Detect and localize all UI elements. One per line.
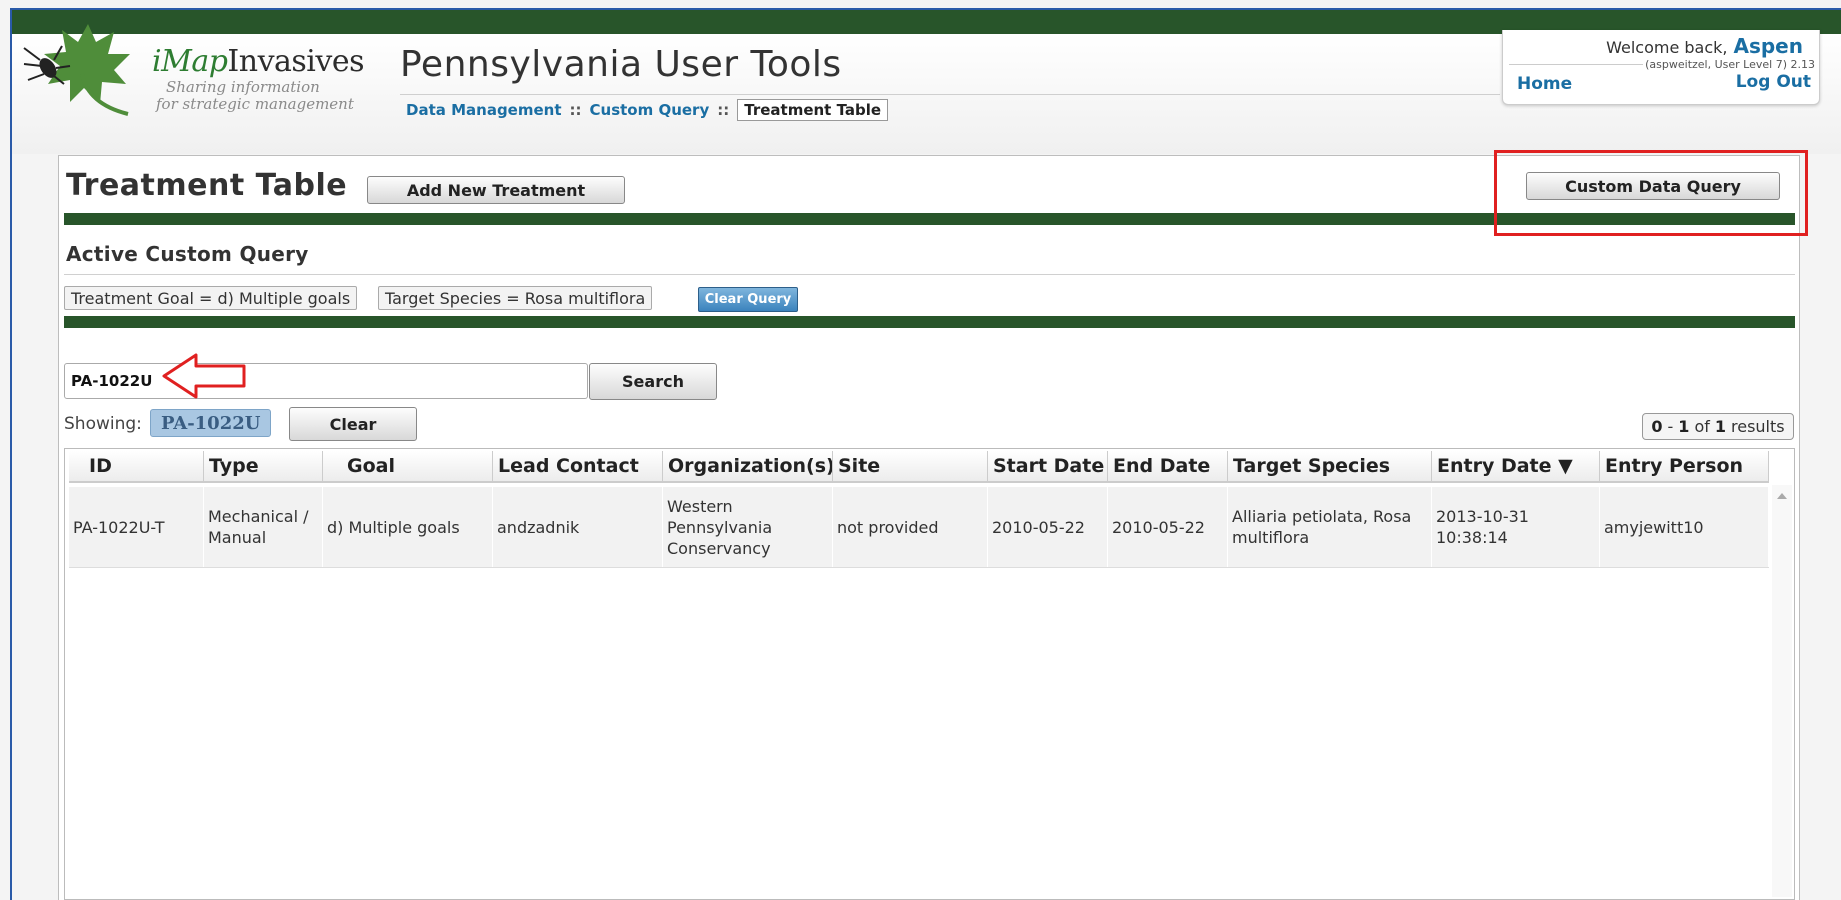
cell-start-date: 2010-05-22: [988, 487, 1108, 567]
breadcrumb-current: Treatment Table: [737, 99, 889, 121]
welcome-text: Welcome back,: [1606, 38, 1728, 57]
breadcrumb-data-management[interactable]: Data Management: [406, 101, 562, 119]
cell-organization: Western Pennsylvania Conservancy: [663, 487, 833, 567]
cell-type: Mechanical / Manual: [204, 487, 323, 567]
column-header-id[interactable]: ID: [69, 451, 204, 483]
brand-title[interactable]: iMapInvasives: [152, 44, 364, 79]
results-start: 0: [1651, 417, 1663, 436]
brand-name-prefix: iMap: [152, 44, 228, 79]
breadcrumb: Data Management :: Custom Query :: Treat…: [406, 99, 889, 121]
search-input[interactable]: [64, 363, 588, 399]
column-header-organization[interactable]: Organization(s): [663, 451, 833, 483]
showing-label: Showing:: [64, 414, 142, 434]
logout-link[interactable]: Log Out: [1736, 72, 1811, 92]
results-total: 1: [1714, 417, 1726, 436]
breadcrumb-separator: ::: [569, 101, 582, 119]
section-divider: [64, 274, 1795, 275]
home-link[interactable]: Home: [1517, 74, 1572, 94]
username: Aspen: [1733, 34, 1803, 58]
red-arrow-annotation-icon: [162, 353, 246, 399]
column-header-start-date[interactable]: Start Date: [988, 451, 1108, 483]
cell-end-date: 2010-05-22: [1108, 487, 1228, 567]
results-dash: -: [1667, 417, 1674, 436]
column-header-end-date[interactable]: End Date: [1108, 451, 1228, 483]
page-title: Treatment Table: [66, 168, 348, 203]
cell-id: PA-1022U-T: [69, 487, 204, 567]
query-green-bar: [64, 316, 1795, 328]
brand-tagline: Sharing information for strategic manage…: [156, 78, 364, 113]
clear-query-button[interactable]: Clear Query: [698, 287, 798, 312]
results-count: 0 - 1 of 1 results: [1642, 413, 1794, 440]
scroll-up-icon[interactable]: [1777, 493, 1787, 499]
add-new-treatment-button[interactable]: Add New Treatment: [367, 176, 625, 204]
column-header-target-species[interactable]: Target Species: [1228, 451, 1432, 483]
cell-goal: d) Multiple goals: [323, 487, 493, 567]
filter-chip-goal: Treatment Goal = d) Multiple goals: [64, 286, 358, 310]
column-header-type[interactable]: Type: [204, 451, 323, 483]
breadcrumb-separator: ::: [717, 101, 730, 119]
welcome-message: Welcome back, Aspen: [1606, 34, 1803, 58]
brand-tagline-line1: Sharing information: [166, 78, 320, 96]
results-of: of: [1694, 417, 1710, 436]
search-button[interactable]: Search: [589, 363, 717, 400]
title-divider: [400, 94, 1500, 95]
table-row[interactable]: PA-1022U-T Mechanical / Manual d) Multip…: [69, 487, 1769, 568]
filter-chip-species: Target Species = Rosa multiflora: [378, 286, 653, 310]
brand-tagline-line2: for strategic management: [156, 95, 354, 113]
table-header: ID Type Goal Lead Contact Organization(s…: [65, 449, 1769, 485]
active-query-title: Active Custom Query: [66, 242, 309, 266]
treatment-table: ID Type Goal Lead Contact Organization(s…: [64, 448, 1795, 900]
cell-target-species: Alliaria petiolata, Rosa multiflora: [1228, 487, 1432, 567]
cell-site: not provided: [833, 487, 988, 567]
brand: iMapInvasives Sharing information for st…: [152, 44, 364, 113]
column-header-entry-person[interactable]: Entry Person: [1600, 451, 1769, 483]
column-header-site[interactable]: Site: [833, 451, 988, 483]
leaf-beetle-logo-icon: [23, 24, 130, 116]
breadcrumb-custom-query[interactable]: Custom Query: [590, 101, 710, 119]
user-panel: Welcome back, Aspen (aspweitzel, User Lev…: [1502, 30, 1820, 105]
cell-entry-person: amyjewitt10: [1600, 487, 1769, 567]
cell-lead-contact: andzadnik: [493, 487, 663, 567]
brand-name-suffix: Invasives: [227, 44, 364, 79]
user-detail: (aspweitzel, User Level 7) 2.13: [1643, 58, 1815, 71]
showing-badge: PA-1022U: [150, 409, 272, 437]
red-highlight-box: [1494, 150, 1808, 236]
table-scrollbar[interactable]: [1772, 485, 1792, 897]
results-end: 1: [1678, 417, 1690, 436]
column-header-entry-date[interactable]: Entry Date ▼: [1432, 451, 1600, 483]
column-header-lead-contact[interactable]: Lead Contact: [493, 451, 663, 483]
cell-entry-date: 2013-10-31 10:38:14: [1432, 487, 1600, 567]
results-word: results: [1731, 417, 1785, 436]
app-title: Pennsylvania User Tools: [400, 44, 842, 85]
clear-search-button[interactable]: Clear: [289, 407, 417, 441]
column-header-goal[interactable]: Goal: [323, 451, 493, 483]
